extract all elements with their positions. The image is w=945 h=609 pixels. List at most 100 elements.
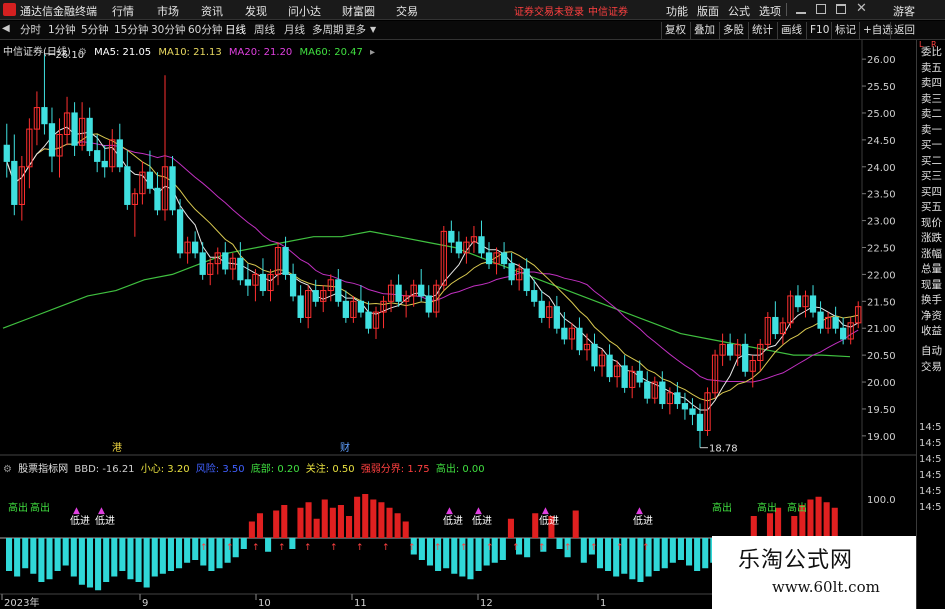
time-label: 14:5	[919, 422, 942, 433]
high-out-value: 高出: 0.00	[435, 464, 485, 475]
menu-news[interactable]: 资讯	[201, 3, 223, 19]
indicator-bar-positive	[297, 507, 304, 538]
indicator-bar-positive	[831, 507, 838, 538]
period-intraday[interactable]: 分时	[20, 23, 41, 38]
quote-panel: R 委比 卖五 卖四 卖三 卖二 卖一 买一 买二 买三 买四 买五 现价 涨跌 涨幅 总量 现量 换手 净资 收益…	[916, 40, 945, 609]
menu-options[interactable]: 选项	[759, 3, 781, 19]
candle-body	[538, 300, 545, 318]
candle-body	[840, 327, 847, 340]
period-60min[interactable]: 60分钟	[188, 23, 222, 38]
y-tick-label: 23.50	[867, 190, 896, 201]
candle-body	[696, 413, 704, 431]
indicator-bar-negative	[629, 538, 636, 580]
period-more[interactable]: 更多	[345, 23, 366, 38]
period-5min[interactable]: 5分钟	[81, 23, 109, 38]
period-15min[interactable]: 15分钟	[114, 23, 148, 38]
signal-arrow-icon: ↑	[616, 543, 624, 553]
indicator-bar-positive	[248, 521, 255, 538]
expand-icon[interactable]: ◀	[2, 23, 10, 34]
maximize-icon[interactable]	[836, 4, 846, 14]
mark-button[interactable]: 标记	[831, 22, 859, 39]
adjust-button[interactable]: 复权	[661, 22, 689, 39]
menu-functions[interactable]: 功能	[666, 3, 688, 19]
period-30min[interactable]: 30分钟	[151, 23, 185, 38]
user-name[interactable]: 游客	[893, 3, 915, 19]
strength-divide-value: 强弱分界: 1.75	[360, 464, 430, 475]
x-tick-label: 9	[142, 598, 148, 609]
bottom-value: 底部: 0.20	[250, 464, 300, 475]
time-label: 14:5	[919, 486, 942, 497]
menu-ask[interactable]: 问小达	[288, 3, 321, 19]
indicator-bar-negative	[86, 538, 94, 588]
indicator-name[interactable]: 股票指标网	[18, 464, 68, 475]
signal-arrow-icon: ↑	[330, 543, 338, 553]
broker-name[interactable]: 中信证券	[588, 3, 628, 18]
settings-icon[interactable]: ⚙	[78, 47, 87, 58]
statistics-button[interactable]: 统计	[748, 22, 776, 39]
back-button[interactable]: 返回	[890, 22, 918, 39]
indicator-bar-negative	[119, 538, 126, 571]
panel-corner-l: L	[919, 40, 924, 49]
y-tick-label: 23.00	[867, 217, 896, 228]
candle-body	[342, 300, 349, 318]
price-chart[interactable]: 26.00 25.50 25.00 24.50 24.00 23.50 23.00 22.50…	[0, 40, 916, 609]
candle-body	[222, 252, 229, 270]
indicator-bar-negative	[694, 538, 701, 571]
indicator-bar-positive	[815, 496, 822, 538]
menu-trade[interactable]: 交易	[396, 3, 418, 19]
minimize-icon[interactable]	[796, 4, 806, 14]
close-icon[interactable]: ✕	[856, 1, 867, 16]
f10-button[interactable]: F10	[806, 22, 832, 39]
candle-body	[553, 306, 560, 329]
y-tick-label: 25.00	[867, 109, 896, 120]
y-tick-label: 21.50	[867, 297, 896, 308]
draw-line-button[interactable]: 画线	[777, 22, 805, 39]
quote-panel-item[interactable]: 交易	[918, 361, 945, 386]
menu-discover[interactable]: 发现	[245, 3, 267, 19]
period-1min[interactable]: 1分钟	[48, 23, 76, 38]
more-indicator-icon[interactable]: ▸	[370, 47, 375, 58]
candle-body	[124, 166, 131, 205]
ma-legend: 中信证券(日线) ⚙ MA5: 21.05 MA10: 21.13 MA20: …	[3, 43, 379, 58]
multi-stock-button[interactable]: 多股	[719, 22, 747, 39]
menu-market[interactable]: 市场	[157, 3, 179, 19]
period-weekly[interactable]: 周线	[254, 23, 275, 38]
restore-icon[interactable]	[816, 4, 826, 14]
indicator-settings-icon[interactable]: ⚙	[3, 464, 12, 475]
candle-body	[508, 263, 515, 281]
drop-marker-icon: ▲	[636, 506, 643, 516]
candle-body	[169, 166, 176, 211]
candle-body	[742, 343, 749, 372]
y-tick-label: 20.00	[867, 378, 896, 389]
login-status[interactable]: 证券交易未登录	[514, 3, 584, 18]
candle-body	[365, 311, 372, 329]
candle-body	[591, 343, 598, 367]
indicator-bar-positive	[313, 518, 320, 538]
signal-arrow-icon: ↑	[408, 543, 416, 553]
indicator-bar-positive	[370, 499, 377, 538]
candle-body	[817, 311, 824, 329]
risk-value: 风险: 3.50	[195, 464, 245, 475]
time-label: 14:5	[919, 438, 942, 449]
indicator-bar-negative	[70, 538, 77, 577]
menu-formula[interactable]: 公式	[728, 3, 750, 19]
menu-wealth[interactable]: 财富圈	[342, 3, 375, 19]
indicator-bar-negative	[159, 538, 166, 574]
period-daily[interactable]: 日线	[225, 23, 246, 38]
x-tick-label: 1	[600, 598, 606, 609]
period-monthly[interactable]: 月线	[284, 23, 305, 38]
candle-body	[500, 252, 508, 265]
period-multi[interactable]: 多周期	[312, 23, 344, 38]
indicator-bar-negative	[95, 538, 102, 591]
chevron-down-icon[interactable]: ▼	[370, 25, 376, 34]
signal-label: 高出	[757, 501, 777, 514]
menu-layout[interactable]: 版面	[697, 3, 719, 19]
x-tick-label: 11	[354, 598, 367, 609]
menu-quotes[interactable]: 行情	[112, 3, 134, 19]
stock-title: 中信证券(日线)	[3, 47, 71, 58]
overlay-button[interactable]: 叠加	[690, 22, 718, 39]
indicator-bar-negative	[499, 538, 506, 560]
indicator-bar-negative	[677, 538, 684, 560]
indicator-bar-positive	[273, 510, 280, 538]
signal-arrow-icon: ↑	[356, 543, 364, 553]
